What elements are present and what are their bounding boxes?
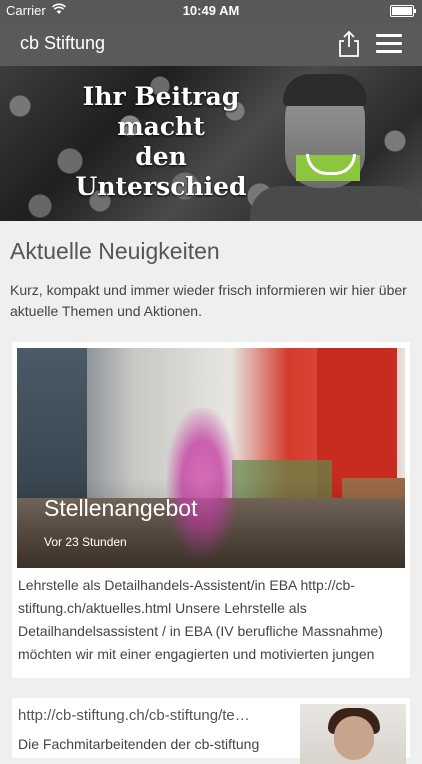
hero-person-hair: [283, 74, 367, 106]
status-bar: Carrier 10:49 AM: [0, 0, 422, 22]
share-icon[interactable]: [336, 30, 362, 58]
hero-headline: Ihr Beitrag macht den Unterschied: [75, 82, 247, 201]
navigation-bar: cb Stiftung: [0, 22, 422, 66]
hero-person-shirt: [250, 186, 422, 221]
battery-icon: [390, 5, 416, 17]
news-card[interactable]: http://cb-stiftung.ch/cb-stiftung/te… Di…: [12, 698, 410, 764]
hamburger-menu-icon[interactable]: [376, 34, 402, 54]
section-title: Aktuelle Neuigkeiten: [10, 238, 220, 264]
news-card-time: Vor 23 Stunden: [44, 535, 127, 549]
hero-banner: Ihr Beitrag macht den Unterschied: [0, 66, 422, 221]
news-card-body: Lehrstelle als Detailhandels-Assistent/i…: [18, 577, 383, 662]
news-card-link[interactable]: http://cb-stiftung.ch/cb-stiftung/te…: [18, 707, 288, 724]
section-intro: Kurz, kompakt und immer wieder frisch in…: [10, 282, 407, 319]
news-card-image[interactable]: Stellenangebot Vor 23 Stunden: [17, 348, 405, 568]
clock: 10:49 AM: [182, 3, 240, 18]
app-title: cb Stiftung: [20, 33, 106, 53]
news-card-title: Stellenangebot: [44, 495, 198, 521]
news-card[interactable]: Stellenangebot Vor 23 Stunden Lehrstelle…: [12, 342, 410, 678]
news-card-thumbnail[interactable]: [300, 704, 406, 764]
